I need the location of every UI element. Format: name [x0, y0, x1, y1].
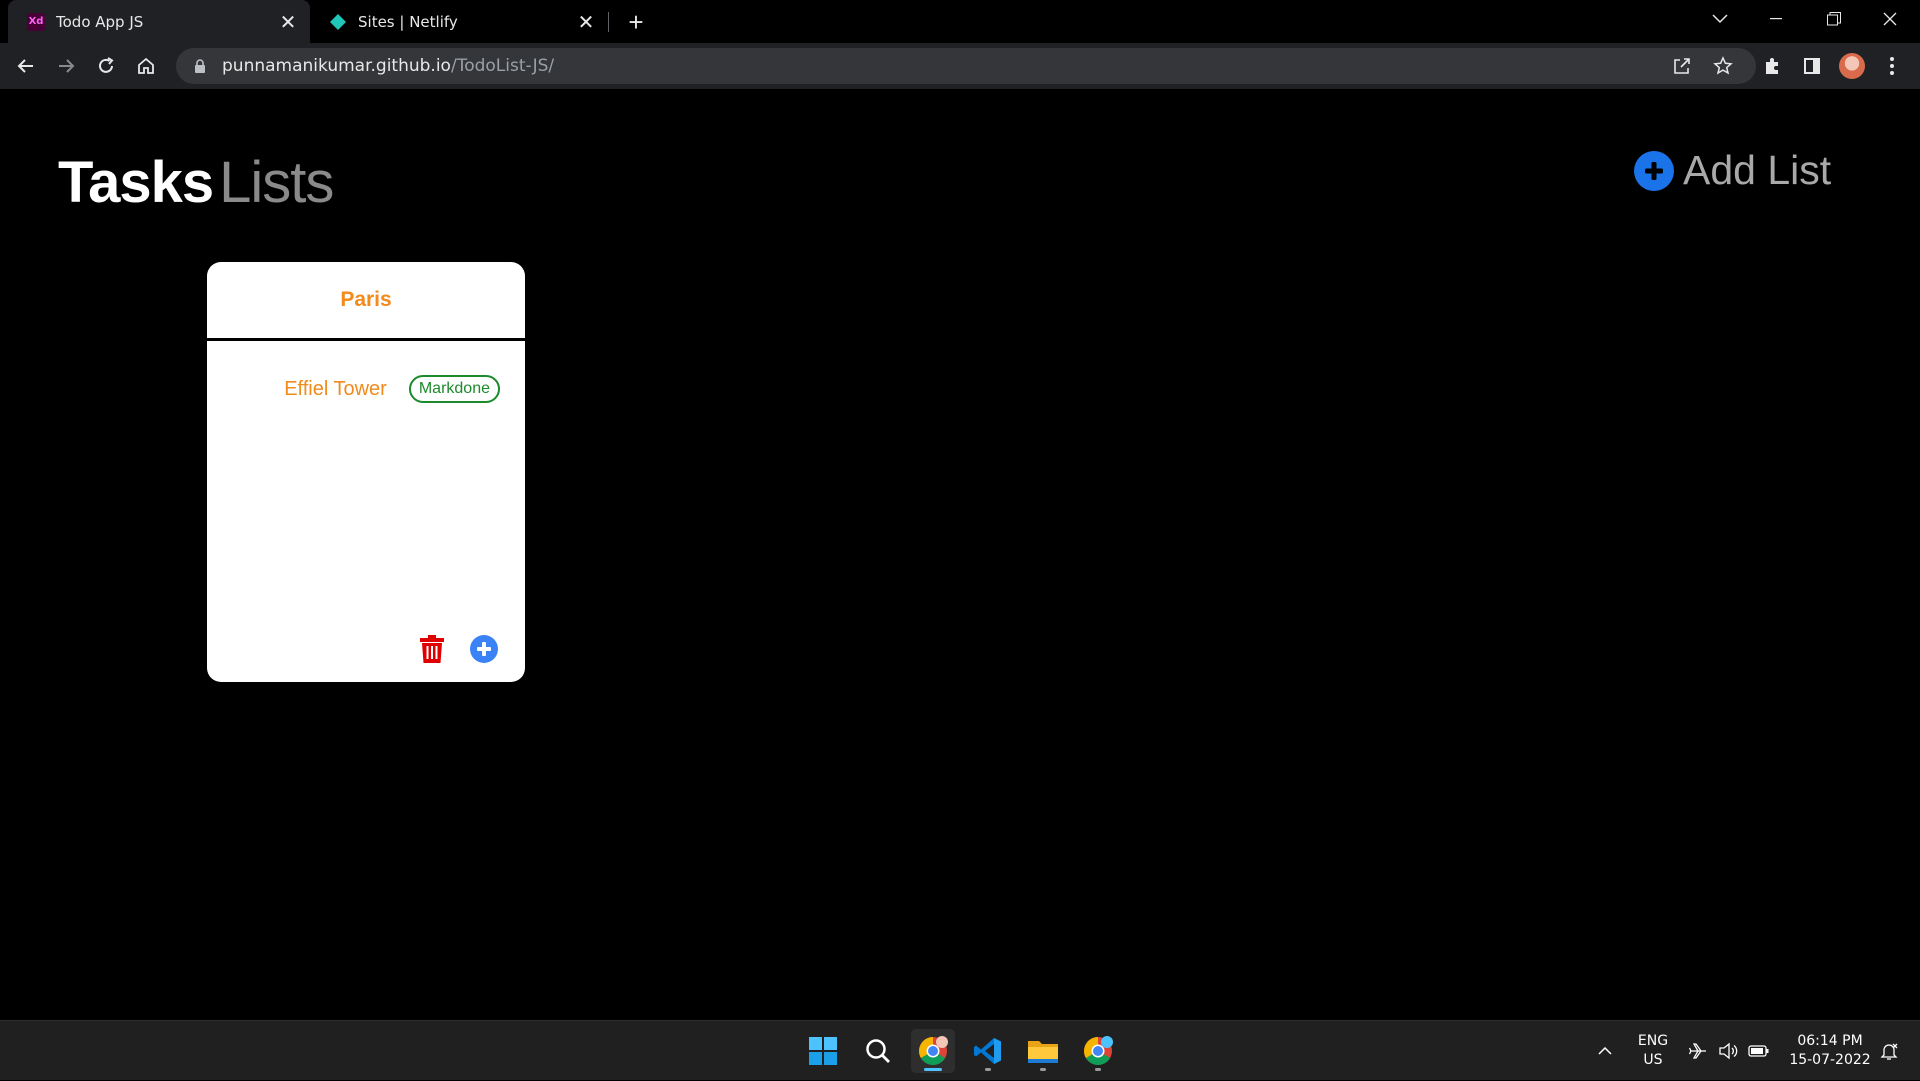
- vscode-taskbar-app[interactable]: [966, 1029, 1010, 1073]
- home-button[interactable]: [128, 48, 164, 84]
- tab-search-chevron-icon[interactable]: [1692, 0, 1748, 38]
- search-button[interactable]: [856, 1029, 900, 1073]
- tab-netlify[interactable]: Sites | Netlify ✕: [310, 0, 608, 43]
- tab-separator: [608, 12, 609, 32]
- task-text: Effiel Tower: [284, 377, 387, 400]
- todo-page: Tasks Lists Add List Paris Effiel Tower M…: [0, 89, 1920, 1020]
- windows-taskbar: ENG US 06:14 PM 15-07-2022: [0, 1020, 1920, 1080]
- tab-todo-app[interactable]: Xd Todo App JS ✕: [8, 0, 310, 43]
- language-text: ENG: [1637, 1033, 1669, 1049]
- url-text: punnamanikumar.github.io/TodoList-JS/: [222, 56, 555, 76]
- search-icon: [866, 1039, 890, 1063]
- tab-title: Todo App JS: [56, 12, 144, 31]
- chrome-taskbar-app[interactable]: [911, 1029, 955, 1073]
- airplane-mode-icon[interactable]: [1686, 1021, 1710, 1081]
- chrome-icon: [919, 1036, 948, 1065]
- trash-icon: [420, 635, 444, 663]
- delete-list-button[interactable]: [419, 634, 445, 664]
- task-item: Effiel Tower Markdone: [207, 375, 525, 403]
- windows-logo-icon: [809, 1037, 837, 1065]
- show-hidden-icons-chevron[interactable]: [1590, 1021, 1620, 1081]
- plus-circle-icon: [1634, 150, 1674, 191]
- start-button[interactable]: [801, 1029, 845, 1073]
- chrome-icon: [1084, 1036, 1113, 1065]
- chevron-up-icon: [1598, 1047, 1612, 1055]
- heading-lists: Lists: [219, 150, 334, 215]
- side-panel-icon: [1804, 58, 1820, 74]
- add-list-button[interactable]: Add List: [1634, 147, 1831, 194]
- tab-title: Sites | Netlify: [358, 12, 458, 31]
- browser-toolbar: punnamanikumar.github.io/TodoList-JS/: [0, 43, 1920, 89]
- puzzle-icon: [1766, 58, 1778, 74]
- profile-avatar[interactable]: [1834, 48, 1870, 84]
- volume-icon[interactable]: [1716, 1021, 1740, 1081]
- running-indicator: [1040, 1068, 1046, 1071]
- markdone-button[interactable]: Markdone: [408, 375, 500, 403]
- region-text: US: [1643, 1052, 1663, 1068]
- address-bar[interactable]: punnamanikumar.github.io/TodoList-JS/: [176, 48, 1756, 84]
- battery-icon[interactable]: [1746, 1021, 1772, 1081]
- folder-icon: [1028, 1041, 1058, 1063]
- minimize-button[interactable]: [1748, 0, 1804, 38]
- clock-date: 15-07-2022: [1789, 1052, 1871, 1068]
- bookmark-star-icon[interactable]: [1711, 54, 1735, 78]
- chrome-profile-taskbar-app[interactable]: [1076, 1029, 1120, 1073]
- close-window-button[interactable]: [1862, 0, 1918, 38]
- list-card: Paris Effiel Tower Markdone: [207, 262, 525, 682]
- reload-button[interactable]: [88, 48, 124, 84]
- back-button[interactable]: [8, 48, 44, 84]
- active-indicator: [924, 1068, 942, 1071]
- back-arrow-icon: [17, 59, 33, 73]
- clock-time: 06:14 PM: [1797, 1033, 1863, 1049]
- menu-kebab-icon[interactable]: [1874, 48, 1910, 84]
- running-indicator: [985, 1068, 991, 1071]
- clock[interactable]: 06:14 PM 15-07-2022: [1780, 1021, 1880, 1081]
- heading-tasks: Tasks: [58, 150, 214, 215]
- notifications-icon[interactable]: [1874, 1021, 1904, 1081]
- lock-icon[interactable]: [192, 58, 208, 74]
- forward-button[interactable]: [48, 48, 84, 84]
- forward-arrow-icon: [59, 59, 75, 73]
- home-icon: [138, 57, 154, 74]
- list-divider: [207, 338, 525, 341]
- browser-tabstrip: Xd Todo App JS ✕ Sites | Netlify ✕ +: [0, 0, 1920, 43]
- list-title: Paris: [340, 288, 392, 311]
- restore-button[interactable]: [1806, 0, 1862, 38]
- netlify-icon: [328, 12, 348, 32]
- plus-circle-icon: [477, 642, 491, 656]
- adobe-xd-icon: Xd: [26, 12, 46, 32]
- extensions-button[interactable]: [1754, 48, 1790, 84]
- new-tab-button[interactable]: +: [620, 6, 652, 38]
- language-indicator[interactable]: ENG US: [1630, 1021, 1676, 1081]
- file-explorer-taskbar-app[interactable]: [1021, 1029, 1065, 1073]
- add-list-label: Add List: [1683, 147, 1832, 193]
- running-indicator: [1095, 1068, 1101, 1071]
- side-panel-button[interactable]: [1794, 48, 1830, 84]
- share-icon[interactable]: [1670, 54, 1694, 78]
- close-icon[interactable]: ✕: [274, 8, 302, 36]
- vscode-icon: [974, 1038, 1001, 1064]
- page-title: Tasks Lists: [58, 149, 334, 216]
- close-icon[interactable]: ✕: [572, 8, 600, 36]
- reload-icon: [99, 57, 114, 73]
- add-task-button[interactable]: [470, 635, 498, 663]
